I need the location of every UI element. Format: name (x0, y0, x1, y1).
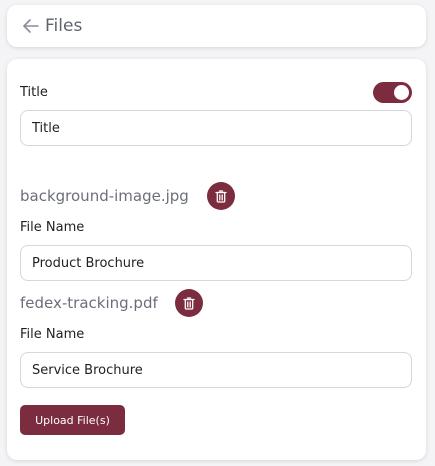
page-title: Files (45, 16, 83, 36)
arrow-left-icon[interactable] (21, 16, 41, 36)
file-name-input-1[interactable] (20, 245, 412, 281)
file-name-label-2: File Name (20, 327, 85, 342)
file-name-2: fedex-tracking.pdf (20, 294, 158, 312)
trash-icon (215, 189, 227, 203)
delete-file-2-button[interactable] (175, 289, 203, 317)
title-input[interactable] (20, 110, 412, 146)
file-name-label-1: File Name (20, 220, 85, 235)
header-bar: Files (7, 5, 426, 47)
back-button[interactable]: Files (21, 16, 82, 36)
title-toggle[interactable] (373, 82, 412, 103)
file-name-input-2[interactable] (20, 352, 412, 388)
title-label: Title (20, 85, 48, 100)
file-name-1: background-image.jpg (20, 187, 189, 205)
upload-files-button[interactable]: Upload File(s) (20, 405, 125, 435)
trash-icon (183, 296, 195, 310)
delete-file-1-button[interactable] (207, 182, 235, 210)
toggle-knob (394, 85, 409, 100)
files-form-card: Title background-image.jpg File Name fed… (7, 59, 426, 460)
